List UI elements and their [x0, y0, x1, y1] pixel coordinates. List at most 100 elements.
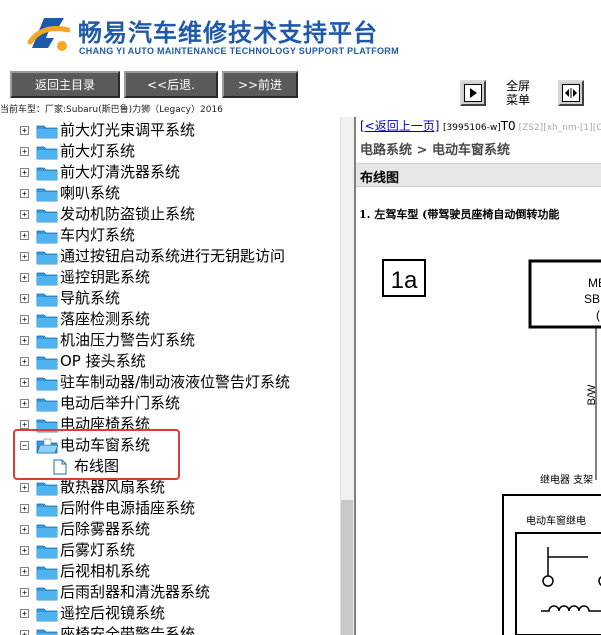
expand-icon[interactable]: + [20, 378, 29, 387]
tree-item-label: 散热器风扇系统 [60, 478, 166, 496]
expand-icon[interactable]: + [20, 336, 29, 345]
arrow-right-icon [470, 88, 477, 98]
fullscreen-button[interactable] [558, 80, 584, 106]
expand-icon[interactable]: + [20, 504, 29, 513]
tree-item-label: 遥控后视镜系统 [60, 604, 166, 622]
collapse-menu-button[interactable] [460, 80, 486, 106]
expand-icon[interactable]: + [20, 189, 29, 198]
folder-icon [36, 375, 58, 391]
folder-icon [36, 144, 58, 160]
expand-icon[interactable]: + [20, 252, 29, 261]
tree-folder-item[interactable]: + 后除雾器系统 [0, 519, 340, 540]
tree-folder-item[interactable]: + 遥控后视镜系统 [0, 603, 340, 624]
expand-icon[interactable]: + [20, 126, 29, 135]
expand-icon[interactable]: + [20, 168, 29, 177]
expand-icon[interactable]: + [20, 273, 29, 282]
expand-icon[interactable]: + [20, 147, 29, 156]
tree-scrollbar-thumb[interactable] [341, 500, 353, 635]
tree-item-label: 后除雾器系统 [60, 520, 151, 538]
expand-icon[interactable]: + [20, 231, 29, 240]
expand-icon[interactable]: + [20, 483, 29, 492]
expand-icon[interactable]: + [20, 210, 29, 219]
tree-folder-item[interactable]: + 后雨刮器和清洗器系统 [0, 582, 340, 603]
tree-folder-item[interactable]: + 电动后举升门系统 [0, 393, 340, 414]
tree-item-label: 导航系统 [60, 289, 121, 307]
content-pane: [<返回上一页] [3995106-w]T0 [ZS2][xh_nm-[1][C… [354, 117, 601, 635]
relay-title: 电动车窗继电 [526, 514, 586, 527]
doc-t0: T0 [500, 119, 516, 133]
expand-icon[interactable]: + [20, 357, 29, 366]
doc-id: [3995106-w] [443, 123, 501, 133]
relay-coil [541, 605, 601, 612]
expand-icon[interactable]: + [20, 525, 29, 534]
relay-box [515, 532, 601, 635]
module-label-3: ( [596, 308, 600, 322]
expand-icon[interactable]: + [20, 588, 29, 597]
expand-icon[interactable]: + [20, 294, 29, 303]
folder-icon [36, 228, 58, 244]
wire-color-label: B/W [586, 384, 598, 405]
expand-icon[interactable]: + [20, 567, 29, 576]
tree-folder-item[interactable]: + 前大灯清洗器系统 [0, 162, 340, 183]
tree-folder-item[interactable]: + 座椅安全带警告系统 [0, 624, 340, 635]
tree-folder-item[interactable]: + 通过按钮启动系统进行无钥匙访问 [0, 246, 340, 267]
brand-title-en: CHANG YI AUTO MAINTENANCE TECHNOLOGY SUP… [79, 46, 399, 56]
tree-folder-item[interactable]: + 后附件电源插座系统 [0, 498, 340, 519]
tree-item-label: 遥控钥匙系统 [60, 268, 151, 286]
tree-item-label: 后雾灯系统 [60, 541, 136, 559]
tree-pane: + 前大灯光束调平系统 + 前大灯系统 + 前大灯清洗器系统 + 喇叭系统 + 发动机防盗锁止系统… [0, 117, 354, 635]
tree-folder-item[interactable]: + 机油压力警告灯系统 [0, 330, 340, 351]
module-label-2: SB [584, 292, 600, 306]
section-title: 布线图 [360, 171, 400, 186]
expand-icon[interactable]: + [20, 546, 29, 555]
folder-icon [36, 186, 58, 202]
tree-folder-item[interactable]: + 驻车制动器/制动液液位警告灯系统 [0, 372, 340, 393]
tree-item-label: 前大灯光束调平系统 [60, 121, 196, 139]
tree-item-label: OP 接头系统 [60, 352, 146, 370]
tree-folder-item[interactable]: + 前大灯系统 [0, 141, 340, 162]
brand-logo-icon [27, 18, 70, 51]
expand-icon[interactable]: + [20, 315, 29, 324]
tree-folder-item[interactable]: + 落座检测系统 [0, 309, 340, 330]
folder-icon [36, 333, 58, 349]
expand-icon[interactable]: + [20, 630, 29, 635]
folder-icon [36, 354, 58, 370]
tree-item-label: 后视相机系统 [60, 562, 151, 580]
back-page-link[interactable]: [<返回上一页] [360, 117, 439, 134]
tree-folder-item[interactable]: + 车内灯系统 [0, 225, 340, 246]
tree-folder-item[interactable]: + 后视相机系统 [0, 561, 340, 582]
back-button[interactable]: <<后退. [124, 71, 218, 98]
expand-icon[interactable]: + [20, 420, 29, 429]
tree-folder-item[interactable]: + 喇叭系统 [0, 183, 340, 204]
diagram-heading: 1. 左驾车型 (带驾驶员座椅自动倒转功能 [359, 208, 560, 221]
tree-folder-item[interactable]: + OP 接头系统 [0, 351, 340, 372]
section-header: 布线图 [356, 163, 601, 187]
forward-button[interactable]: >>前进 [222, 71, 298, 98]
tree-item-label: 落座检测系统 [60, 310, 151, 328]
folder-icon [36, 207, 58, 223]
tree-folder-item[interactable]: + 发动机防盗锁止系统 [0, 204, 340, 225]
tree-item-label: 机油压力警告灯系统 [60, 331, 196, 349]
tree-folder-item[interactable]: + 后雾灯系统 [0, 540, 340, 561]
expand-icon[interactable]: + [20, 399, 29, 408]
folder-icon [36, 501, 58, 517]
tree-folder-item[interactable]: + 前大灯光束调平系统 [0, 120, 340, 141]
folder-icon [36, 585, 58, 601]
tree-item-label: 座椅安全带警告系统 [60, 625, 196, 635]
folder-icon [36, 543, 58, 559]
relay-bracket-caption: 继电器 支架 [540, 473, 593, 486]
folder-icon [36, 564, 58, 580]
home-button[interactable]: 返回主目录 [10, 71, 120, 98]
selection-highlight-box [13, 429, 180, 480]
tree-folder-item[interactable]: + 导航系统 [0, 288, 340, 309]
tree-item-label: 后附件电源插座系统 [60, 499, 196, 517]
tree-item-label: 车内灯系统 [60, 226, 136, 244]
folder-icon [36, 522, 58, 538]
folder-icon [36, 606, 58, 622]
brand-title-cn: 畅易汽车维修技术支持平台 [78, 19, 378, 47]
tree-folder-item[interactable]: + 遥控钥匙系统 [0, 267, 340, 288]
tree-item-label: 后雨刮器和清洗器系统 [60, 583, 211, 601]
expand-icon[interactable]: + [20, 609, 29, 618]
expand-horizontal-icon [565, 88, 577, 98]
tree-folder-item[interactable]: + 散热器风扇系统 [0, 477, 340, 498]
